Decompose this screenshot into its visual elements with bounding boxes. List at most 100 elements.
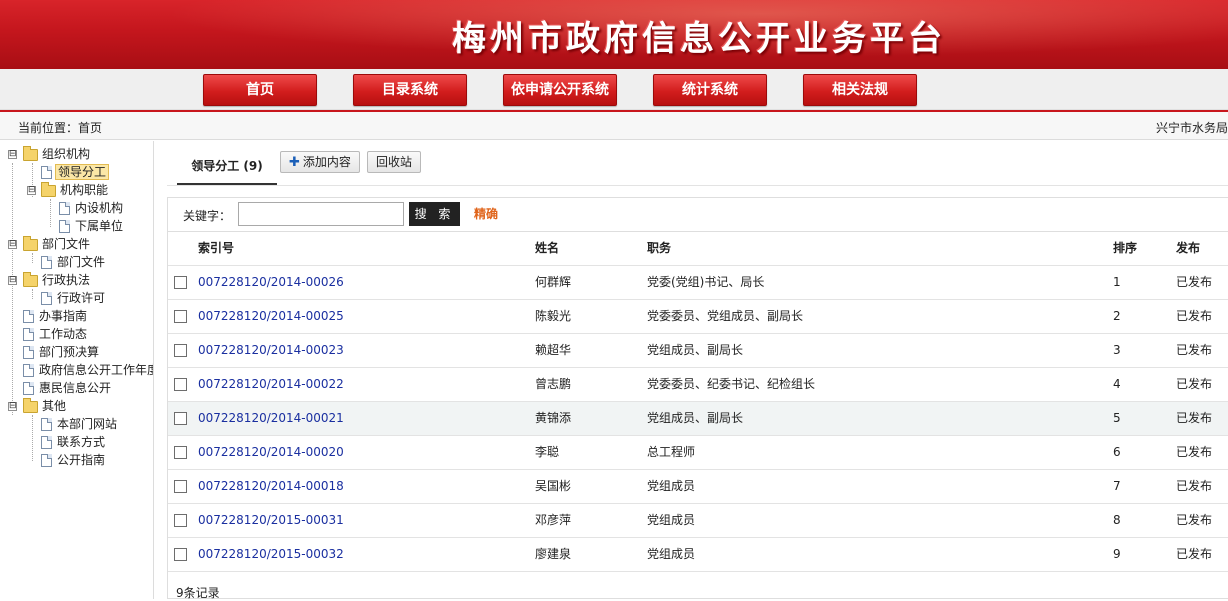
index-link[interactable]: 007228120/2014-00022 — [198, 368, 344, 401]
row-checkbox[interactable] — [174, 344, 187, 357]
index-link[interactable]: 007228120/2014-00018 — [198, 470, 344, 503]
cell-name: 曾志鹏 — [535, 377, 572, 391]
row-checkbox[interactable] — [174, 514, 187, 527]
table-row: 007228120/2014-00018 吴国彬 党组成员 7 已发布 — [168, 470, 1228, 504]
precise-search-link[interactable]: 精确 — [474, 205, 498, 222]
collapse-toggle-icon[interactable]: ⊟ — [8, 150, 17, 159]
tree-item-enforcement[interactable]: 行政执法 — [23, 271, 92, 289]
tree-item-organization[interactable]: 组织机构 — [23, 145, 92, 163]
cell-name: 廖建泉 — [535, 547, 572, 561]
site-title: 梅州市政府信息公开业务平台 — [452, 19, 946, 59]
tab-leadership[interactable]: 领导分工 (9) — [177, 150, 277, 185]
header-title[interactable]: 职务 — [647, 232, 671, 265]
search-button[interactable]: 搜 索 — [409, 202, 460, 226]
tree-item-licensing[interactable]: 行政许可 — [41, 289, 107, 307]
cell-title: 党组成员、副局长 — [647, 411, 744, 425]
tree-item-subordinate-units[interactable]: 下属单位 — [59, 217, 125, 235]
recycle-bin-button[interactable]: 回收站 — [367, 151, 422, 173]
tree-item-dept-website[interactable]: 本部门网站 — [41, 415, 119, 433]
cell-status: 已发布 — [1176, 343, 1213, 357]
cell-status: 已发布 — [1176, 309, 1213, 323]
keyword-label: 关键字： — [183, 209, 232, 223]
collapse-toggle-icon[interactable]: ⊟ — [8, 240, 17, 249]
cell-status: 已发布 — [1176, 411, 1213, 425]
add-content-button[interactable]: ✚ 添加内容 — [280, 151, 360, 173]
cell-title: 党委委员、纪委书记、纪检组长 — [647, 377, 816, 391]
tree-item-budget[interactable]: 部门预决算 — [23, 343, 101, 361]
index-link[interactable]: 007228120/2014-00020 — [198, 436, 344, 469]
table-row: 007228120/2015-00032 廖建泉 党组成员 9 已发布 — [168, 538, 1228, 572]
cell-status: 已发布 — [1176, 275, 1213, 289]
index-link[interactable]: 007228120/2014-00025 — [198, 300, 344, 333]
tree-item-annual-report[interactable]: 政府信息公开工作年度 — [23, 361, 153, 379]
row-checkbox[interactable] — [174, 310, 187, 323]
row-checkbox[interactable] — [174, 548, 187, 561]
index-link[interactable]: 007228120/2014-00023 — [198, 334, 344, 367]
tree-item-disclosure-guide[interactable]: 公开指南 — [41, 451, 107, 469]
tree-connector — [12, 163, 13, 415]
tree-item-leadership[interactable]: 领导分工 — [41, 163, 110, 181]
table-row: 007228120/2014-00023 赖超华 党组成员、副局长 3 已发布 — [168, 334, 1228, 368]
cell-title: 党委委员、党组成员、副局长 — [647, 309, 804, 323]
cell-sort: 1 — [1113, 275, 1121, 289]
tree-item-functions[interactable]: 机构职能 — [41, 181, 110, 199]
folder-icon — [23, 398, 38, 413]
document-icon — [23, 346, 34, 359]
nav-catalog-button[interactable]: 目录系统 — [353, 74, 467, 106]
tree-item-guide[interactable]: 办事指南 — [23, 307, 89, 325]
breadcrumb: 当前位置：首页 — [18, 121, 103, 135]
document-icon — [59, 202, 70, 215]
cell-name: 黄锦添 — [535, 411, 572, 425]
cell-status: 已发布 — [1176, 547, 1213, 561]
tree-item-dept-files[interactable]: 部门文件 — [41, 253, 107, 271]
cell-sort: 2 — [1113, 309, 1121, 323]
tree-connector — [32, 415, 33, 461]
folder-icon — [23, 236, 38, 251]
nav-statistics-button[interactable]: 统计系统 — [653, 74, 767, 106]
tree-connector — [50, 199, 51, 227]
nav-application-button[interactable]: 依申请公开系统 — [503, 74, 617, 106]
keyword-input[interactable] — [238, 202, 404, 226]
cell-name: 吴国彬 — [535, 479, 572, 493]
header-sort[interactable]: 排序 — [1113, 232, 1137, 265]
folder-icon — [23, 272, 38, 287]
tree-connector — [32, 253, 33, 263]
tree-item-dept-files-folder[interactable]: 部门文件 — [23, 235, 92, 253]
document-icon — [59, 220, 70, 233]
index-link[interactable]: 007228120/2015-00031 — [198, 504, 344, 537]
tab-divider — [167, 185, 1228, 186]
index-link[interactable]: 007228120/2015-00032 — [198, 538, 344, 571]
tree-item-contact[interactable]: 联系方式 — [41, 433, 107, 451]
document-icon — [41, 418, 52, 431]
table-row: 007228120/2014-00021 黄锦添 党组成员、副局长 5 已发布 — [168, 402, 1228, 436]
cell-sort: 3 — [1113, 343, 1121, 357]
row-checkbox[interactable] — [174, 480, 187, 493]
row-checkbox[interactable] — [174, 276, 187, 289]
header-publish[interactable]: 发布 — [1176, 232, 1200, 265]
row-checkbox[interactable] — [174, 412, 187, 425]
table-row: 007228120/2014-00026 何群辉 党委(党组)书记、局长 1 已… — [168, 266, 1228, 300]
cell-name: 李聪 — [535, 445, 560, 459]
table-header: 索引号 姓名 职务 排序 发布 — [168, 232, 1228, 266]
cell-title: 党委(党组)书记、局长 — [647, 275, 765, 289]
cell-status: 已发布 — [1176, 513, 1213, 527]
tree-item-internal-depts[interactable]: 内设机构 — [59, 199, 125, 217]
nav-home-button[interactable]: 首页 — [203, 74, 317, 106]
collapse-toggle-icon[interactable]: ⊟ — [27, 186, 36, 195]
index-link[interactable]: 007228120/2014-00021 — [198, 402, 344, 435]
cell-sort: 5 — [1113, 411, 1121, 425]
document-icon — [41, 454, 52, 467]
tree-item-public-benefit[interactable]: 惠民信息公开 — [23, 379, 113, 397]
tree-item-other[interactable]: 其他 — [23, 397, 68, 415]
nav-regulations-button[interactable]: 相关法规 — [803, 74, 917, 106]
cell-name: 何群辉 — [535, 275, 572, 289]
row-checkbox[interactable] — [174, 378, 187, 391]
collapse-toggle-icon[interactable]: ⊟ — [8, 276, 17, 285]
header-name[interactable]: 姓名 — [535, 232, 559, 265]
collapse-toggle-icon[interactable]: ⊟ — [8, 402, 17, 411]
tree-item-news[interactable]: 工作动态 — [23, 325, 89, 343]
row-checkbox[interactable] — [174, 446, 187, 459]
header-index[interactable]: 索引号 — [198, 232, 234, 265]
cell-title: 总工程师 — [647, 445, 696, 459]
index-link[interactable]: 007228120/2014-00026 — [198, 266, 344, 299]
